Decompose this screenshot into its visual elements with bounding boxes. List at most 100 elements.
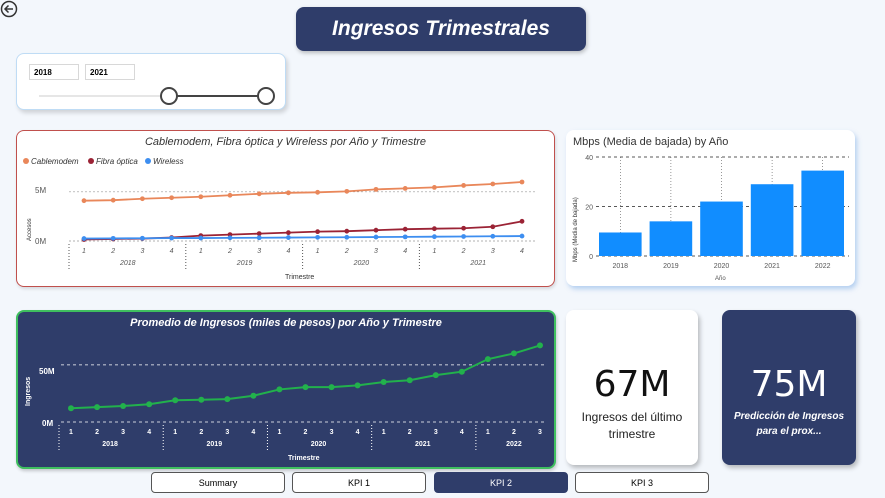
point-ingresos-2021-4	[458, 368, 465, 375]
point-ingresos-2021-3	[432, 372, 439, 379]
y-tick-5m: 5M	[35, 186, 46, 195]
accesos-line-chart[interactable]: Cablemodem, Fibra óptica y Wireless por …	[16, 130, 555, 287]
avg-x-tick-quarter: 2	[199, 429, 203, 436]
point-wireless-2020-1	[315, 234, 320, 240]
point-ingresos-2020-3	[328, 384, 335, 391]
avg-x-tick-quarter: 1	[69, 429, 73, 436]
point-ingresos-2019-1	[172, 397, 179, 404]
point-wireless-2020-2	[344, 234, 350, 240]
point-ingresos-2020-1	[276, 386, 283, 393]
point-ingresos-2019-2	[198, 396, 205, 403]
point-wireless-2020-3	[373, 234, 379, 240]
avg-x-tick-quarter: 1	[277, 429, 281, 436]
avg-y-tick-0m: 0M	[42, 419, 53, 428]
x-tick-quarter: 2	[344, 248, 349, 255]
point-wireless-2018-2	[110, 235, 116, 241]
point-cablemodem-2018-4	[169, 195, 175, 201]
x-tick-quarter: 1	[82, 248, 86, 255]
point-ingresos-2019-4	[250, 392, 257, 399]
ingresos-line-chart[interactable]: Promedio de Ingresos (miles de pesos) po…	[16, 310, 556, 469]
avg-x-tick-quarter: 3	[330, 429, 334, 436]
avg-x-tick-year: 2021	[415, 441, 431, 448]
avg-x-tick-quarter: 4	[251, 429, 255, 436]
avg-x-tick-quarter: 1	[486, 429, 490, 436]
series-line-ingresos	[70, 344, 541, 410]
avg-x-tick-year: 2019	[207, 441, 223, 448]
point-wireless-2021-2	[461, 234, 466, 239]
point-cablemodem-2020-1	[315, 189, 320, 195]
kpi-label: Ingresos del último trimestre	[581, 410, 683, 441]
avg-x-tick-quarter: 2	[512, 429, 516, 436]
point-cablemodem-2019-2	[227, 192, 233, 198]
avg-x-tick-year: 2022	[506, 441, 522, 448]
point-ingresos-2018-4	[146, 401, 153, 408]
nav-kpi1-button[interactable]: KPI 1	[292, 472, 426, 493]
point-cablemodem-2018-2	[110, 197, 116, 203]
point-cablemodem-2018-3	[140, 196, 145, 202]
point-fibra-2021-1	[432, 226, 437, 232]
avg-x-tick-year: 2020	[311, 441, 327, 448]
slicer-handle-right[interactable]	[257, 87, 275, 105]
kpi-card-prediction: 75M Predicción de Ingresos para el prox.…	[722, 310, 856, 465]
x-tick-year: 2020	[353, 260, 370, 267]
point-fibra-2020-2	[344, 228, 350, 234]
point-cablemodem-2020-2	[344, 188, 350, 194]
x-tick-quarter: 2	[227, 248, 232, 255]
x-tick-quarter: 2	[461, 248, 466, 255]
point-wireless-2021-3	[490, 233, 496, 239]
point-ingresos-2021-2	[406, 377, 413, 384]
mbps-bar-chart[interactable]: Mbps (Media de bajada) by Año Mbps (Medi…	[566, 130, 855, 286]
y-tick-0m: 0M	[35, 237, 46, 246]
bar-2019	[649, 221, 693, 256]
point-cablemodem-2021-2	[461, 183, 466, 188]
point-ingresos-2020-4	[354, 382, 361, 389]
bar-y-tick: 0	[589, 254, 593, 261]
point-cablemodem-2020-4	[402, 185, 408, 191]
bar-x-tick: 2018	[613, 263, 629, 270]
avg-x-tick-quarter: 3	[538, 429, 542, 436]
point-cablemodem-2019-4	[286, 190, 291, 196]
avg-x-axis-label: Trimestre	[288, 455, 320, 462]
avg-x-tick-quarter: 2	[408, 429, 412, 436]
bar-y-axis-label: Mbps (Media de bajada)	[573, 197, 579, 262]
point-wireless-2019-1	[198, 235, 204, 241]
point-fibra-2021-2	[461, 225, 466, 231]
x-tick-quarter: 3	[374, 248, 378, 255]
x-tick-quarter: 4	[170, 248, 174, 255]
point-fibra-2020-3	[373, 227, 379, 233]
point-ingresos-2020-2	[302, 384, 309, 391]
avg-x-tick-quarter: 1	[382, 429, 386, 436]
point-fibra-2019-4	[286, 230, 291, 236]
prediction-value: 75M	[750, 364, 828, 405]
page-title: Ingresos Trimestrales	[296, 7, 586, 51]
avg-x-tick-quarter: 4	[356, 429, 360, 436]
x-tick-quarter: 4	[403, 248, 407, 255]
avg-x-tick-quarter: 1	[173, 429, 177, 436]
kpi-value: 67M	[593, 364, 671, 405]
point-cablemodem-2021-4	[519, 179, 525, 185]
point-ingresos-2018-1	[68, 405, 74, 412]
point-wireless-2018-1	[81, 236, 87, 241]
back-arrow-icon[interactable]	[0, 0, 18, 18]
point-cablemodem-2021-3	[490, 181, 496, 187]
avg-x-tick-year: 2018	[102, 441, 118, 448]
bar-2020	[700, 201, 743, 256]
nav-summary-button[interactable]: Summary	[151, 472, 285, 493]
bar-2018	[599, 232, 642, 256]
x-tick-quarter: 4	[520, 248, 524, 255]
bar-y-tick: 20	[585, 205, 593, 212]
point-ingresos-2019-3	[224, 396, 231, 403]
point-fibra-2020-4	[402, 226, 408, 232]
point-ingresos-2018-3	[120, 403, 127, 409]
year-range-slicer[interactable]: 2018 2021	[16, 53, 286, 110]
series-line-cablemodem	[83, 181, 523, 202]
nav-kpi2-button[interactable]: KPI 2	[434, 472, 568, 493]
point-fibra-2020-1	[315, 229, 320, 235]
nav-kpi3-button[interactable]: KPI 3	[575, 472, 709, 493]
legend-fibra: Fibra óptica	[96, 157, 138, 166]
point-wireless-2020-4	[402, 234, 408, 240]
slicer-handle-left[interactable]	[160, 87, 178, 105]
avg-x-tick-quarter: 3	[121, 429, 125, 436]
x-axis-label: Trimestre	[285, 274, 314, 281]
prediction-label: Predicción de Ingresos para el prox...	[733, 411, 845, 437]
